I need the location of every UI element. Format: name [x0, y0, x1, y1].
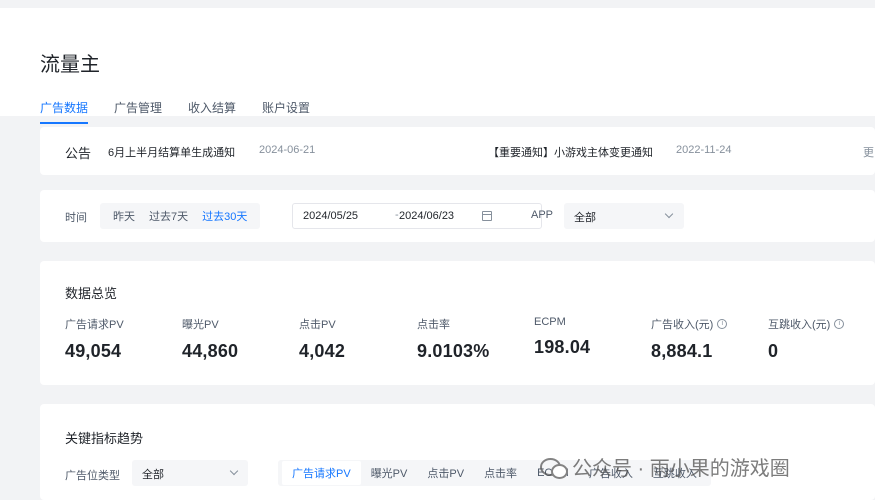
metric-cross-jump-income: 互跳收入(元) i 0	[768, 316, 875, 362]
calendar-icon	[482, 211, 492, 221]
notice-bar: 公告 6月上半月结算单生成通知 2024-06-21 【重要通知】小游戏主体变更…	[40, 127, 875, 175]
notice-link[interactable]: 【重要通知】小游戏主体变更通知	[488, 144, 653, 160]
metric-label: 曝光PV	[182, 319, 219, 331]
info-circle-icon[interactable]: i	[834, 319, 845, 329]
metric-exposure-pv: 曝光PV 44,860	[182, 316, 292, 362]
metric-value: 49,054	[65, 341, 122, 361]
page-title: 流量主	[40, 54, 100, 76]
watermark-text: 公众号 · 雨小果的游戏圈	[572, 458, 790, 480]
metric-value: 8,884.1	[651, 341, 713, 361]
tab-ad-data[interactable]: 广告数据	[40, 99, 89, 124]
wechat-icon	[540, 456, 568, 479]
metric-click-rate: 点击率 9.0103%	[417, 316, 527, 362]
quick-range-group: 昨天 过去7天 过去30天	[100, 203, 261, 229]
app-select-value: 全部	[574, 212, 596, 224]
trend-tab-ad-request-pv[interactable]: 广告请求PV	[282, 461, 361, 485]
notice-more-link[interactable]: 更	[863, 144, 874, 160]
metric-value: 9.0103%	[417, 341, 490, 361]
range-yesterday-button[interactable]: 昨天	[106, 208, 142, 224]
metric-label: ECPM	[534, 316, 566, 328]
metric-ad-income: 广告收入(元) i 8,884.1	[651, 316, 761, 362]
section-title: 关键指标趋势	[65, 431, 144, 446]
trend-tab-exposure-pv[interactable]: 曝光PV	[361, 465, 418, 481]
metric-value: 0	[768, 341, 779, 361]
metric-label: 广告请求PV	[65, 319, 124, 331]
tab-ad-management[interactable]: 广告管理	[114, 99, 162, 124]
app-filter-label: APP	[531, 209, 554, 221]
date-end: 2024/06/23	[399, 210, 455, 222]
metric-label: 广告收入(元) i	[651, 316, 761, 332]
metric-ad-request-pv: 广告请求PV 49,054	[65, 316, 175, 362]
filter-bar: 时间 昨天 过去7天 过去30天 2024/05/25 - 2024/06/23…	[40, 190, 875, 242]
trend-tab-click-rate[interactable]: 点击率	[474, 465, 527, 481]
date-range-picker[interactable]: 2024/05/25 - 2024/06/23	[292, 203, 542, 229]
notice-link[interactable]: 6月上半月结算单生成通知	[108, 144, 235, 160]
metric-value: 198.04	[534, 337, 591, 357]
watermark: 公众号 · 雨小果的游戏圈	[540, 452, 790, 481]
data-overview-card: 数据总览 广告请求PV 49,054 曝光PV 44,860 点击PV 4,04…	[40, 261, 875, 385]
metric-ecpm: ECPM 198.04	[534, 316, 644, 358]
app-select[interactable]: 全部	[564, 203, 684, 229]
chevron-down-icon	[229, 466, 239, 476]
notice-date: 2022-11-24	[676, 144, 732, 156]
section-title: 数据总览	[65, 286, 118, 301]
ad-slot-type-label: 广告位类型	[65, 470, 120, 482]
metric-label: 点击PV	[299, 319, 336, 331]
tab-account-settings[interactable]: 账户设置	[262, 99, 310, 124]
metric-value: 4,042	[299, 341, 346, 361]
time-filter-label: 时间	[65, 212, 87, 224]
ad-slot-type-value: 全部	[142, 469, 164, 481]
metric-label: 点击率	[417, 319, 450, 331]
tab-income-settlement[interactable]: 收入结算	[188, 99, 236, 124]
main-nav: 广告数据 广告管理 收入结算 账户设置	[40, 99, 310, 124]
chevron-down-icon	[664, 209, 674, 219]
page-header: 流量主 广告数据 广告管理 收入结算 账户设置	[0, 8, 875, 124]
range-7days-button[interactable]: 过去7天	[142, 208, 195, 224]
metric-click-pv: 点击PV 4,042	[299, 316, 409, 362]
notice-date: 2024-06-21	[259, 144, 316, 156]
metric-value: 44,860	[182, 341, 239, 361]
metric-label: 互跳收入(元) i	[768, 316, 875, 332]
info-circle-icon[interactable]: i	[717, 319, 728, 329]
range-30days-button[interactable]: 过去30天	[195, 208, 254, 224]
ad-slot-type-select[interactable]: 全部	[132, 460, 248, 486]
trend-tab-click-pv[interactable]: 点击PV	[417, 465, 474, 481]
date-start: 2024/05/25	[303, 210, 359, 222]
notice-label: 公告	[65, 146, 92, 161]
